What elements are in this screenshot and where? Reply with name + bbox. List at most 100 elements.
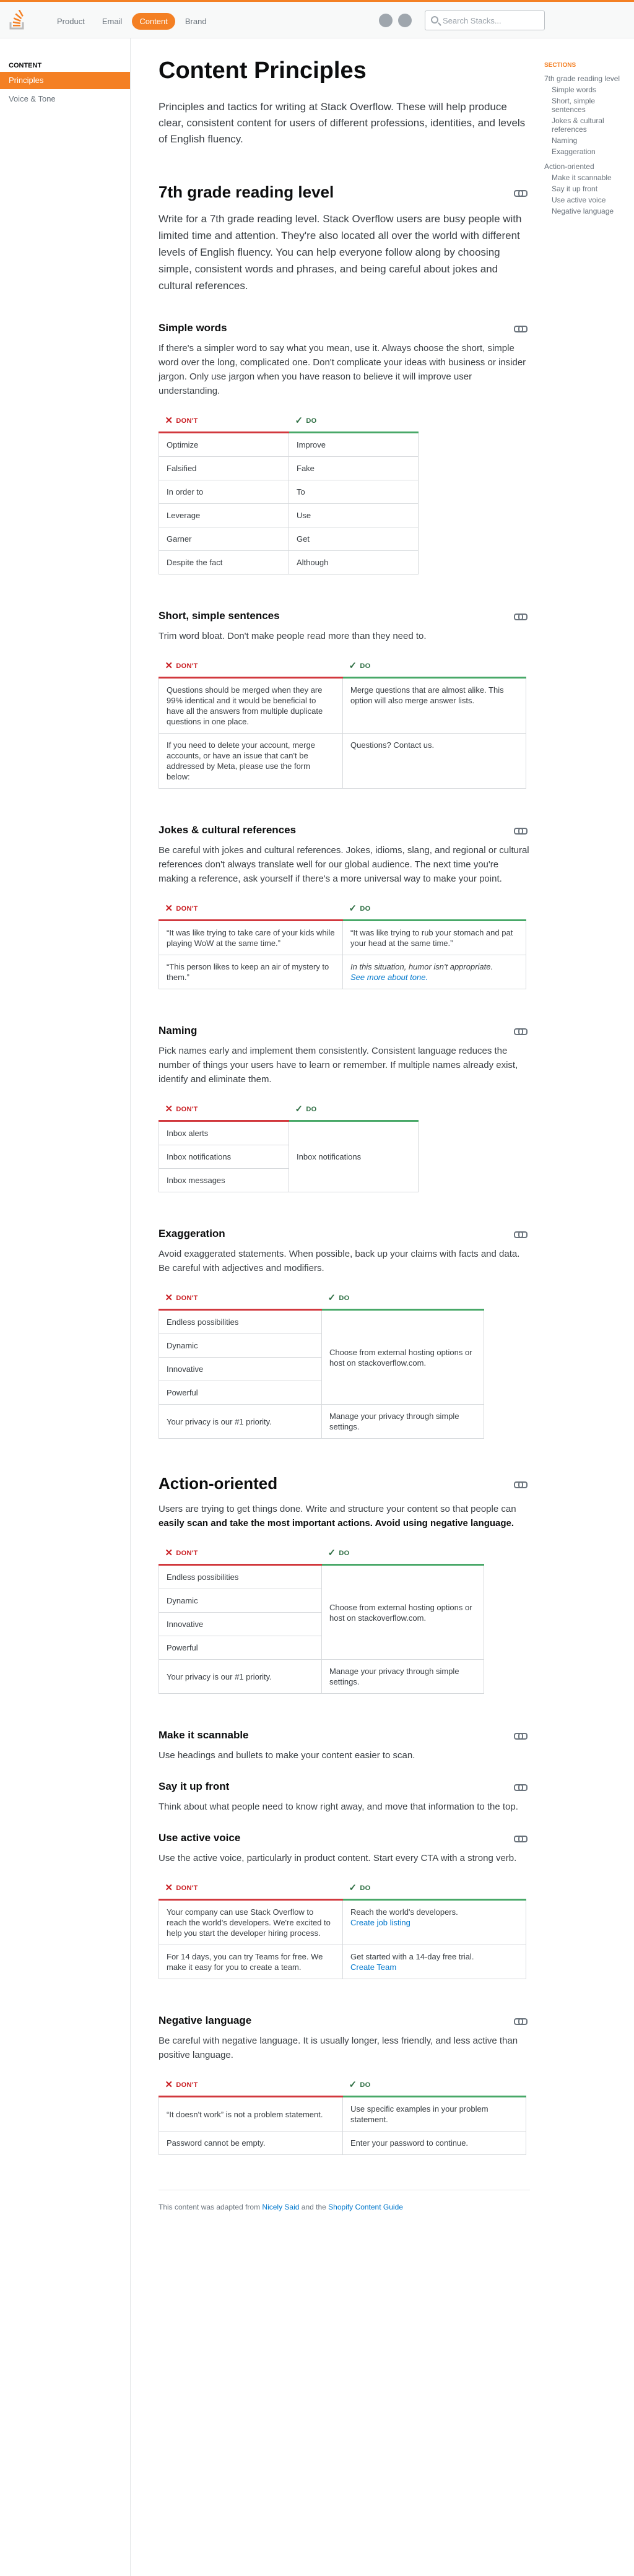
page-footer: This content was adapted from Nicely Sai… xyxy=(158,2190,530,2211)
nav-link-product[interactable]: Product xyxy=(50,13,92,30)
primary-nav: Product Email Content Brand xyxy=(50,13,214,30)
section-title: Say it up front xyxy=(158,1780,230,1792)
search-box[interactable] xyxy=(425,11,545,30)
x-icon: ✕ xyxy=(165,415,173,426)
x-icon: ✕ xyxy=(165,1293,173,1303)
toc-item-simple-words[interactable]: Simple words xyxy=(544,85,631,94)
nav-link-content[interactable]: Content xyxy=(132,13,175,30)
toc-item-naming[interactable]: Naming xyxy=(544,136,631,145)
section-body: Pick names early and implement them cons… xyxy=(158,1046,518,1085)
section-title: Short, simple sentences xyxy=(158,610,280,622)
theme-toggle-icon[interactable] xyxy=(398,14,412,27)
stack-overflow-logo-icon[interactable] xyxy=(9,10,27,31)
do-cell: Questions? Contact us. xyxy=(342,733,526,789)
anchor-link-icon[interactable] xyxy=(514,325,528,332)
x-icon: ✕ xyxy=(165,661,173,671)
dont-do-table: ✕ DON'T ✓ DO Inbox alerts Inbox notificatio… xyxy=(158,1099,419,1192)
table-row: Inbox alerts Inbox notifications xyxy=(158,1121,419,1192)
section-simple-words: Simple words If there's a simpler word t… xyxy=(158,321,530,575)
toc-item-reading-level[interactable]: 7th grade reading level xyxy=(544,74,631,83)
toc-item-active-voice[interactable]: Use active voice xyxy=(544,196,631,204)
dont-cell: “This person likes to keep an air of mys… xyxy=(158,955,343,989)
toc-item-short-sentences[interactable]: Short, simple sentences xyxy=(544,97,631,114)
anchor-link-icon[interactable] xyxy=(514,2018,528,2025)
create-job-listing-link[interactable]: Create job listing xyxy=(350,1918,410,1927)
anchor-link-icon[interactable] xyxy=(514,1231,528,1238)
do-cell: Choose from external hosting options or … xyxy=(321,1564,484,1660)
x-icon: ✕ xyxy=(165,1883,173,1893)
dont-header: ✕ DON'T xyxy=(158,1288,322,1311)
anchor-link-icon[interactable] xyxy=(514,189,528,197)
anchor-link-icon[interactable] xyxy=(514,1732,528,1740)
section-scannable: Make it scannable Use headings and bulle… xyxy=(158,1728,530,1763)
dont-do-table: ✕ DON'T ✓ DO Optimize Improve Falsified Fake… xyxy=(158,410,419,575)
do-cell: Use xyxy=(289,503,419,527)
section-title: Make it scannable xyxy=(158,1729,249,1741)
table-row: Endless possibilities Choose from externa… xyxy=(158,1564,484,1660)
anchor-link-icon[interactable] xyxy=(514,1835,528,1842)
do-cell: Choose from external hosting options or … xyxy=(321,1309,484,1405)
dont-cell: Your privacy is our #1 priority. xyxy=(158,1404,322,1439)
nicely-said-link[interactable]: Nicely Said xyxy=(262,2203,299,2211)
section-body: Users are trying to get things done. Wri… xyxy=(158,1504,516,1529)
dont-do-table: ✕ DON'T ✓ DO “It doesn't work” is not a pr… xyxy=(158,2075,526,2155)
dont-header: ✕ DON'T xyxy=(158,410,289,433)
search-input[interactable] xyxy=(443,14,542,27)
section-jokes: Jokes & cultural references Be careful w… xyxy=(158,823,530,989)
toc-heading: SECTIONS xyxy=(544,62,576,69)
dont-header: ✕ DON'T xyxy=(158,898,343,921)
section-body: Trim word bloat. Don't make people read … xyxy=(158,631,427,641)
do-cell: Although xyxy=(289,550,419,575)
dont-header: ✕ DON'T xyxy=(158,1543,322,1566)
do-cell: Reach the world's developers. Create job … xyxy=(342,1899,526,1945)
toc-item-scannable[interactable]: Make it scannable xyxy=(544,173,631,182)
anchor-link-icon[interactable] xyxy=(514,1028,528,1035)
section-body: Use the active voice, particularly in pr… xyxy=(158,1853,517,1863)
toc-item-exaggeration[interactable]: Exaggeration xyxy=(544,147,631,156)
page-lead: Principles and tactics for writing at St… xyxy=(158,101,526,145)
toc-item-up-front[interactable]: Say it up front xyxy=(544,184,631,193)
anchor-link-icon[interactable] xyxy=(514,827,528,835)
section-title: 7th grade reading level xyxy=(158,183,334,201)
shopify-guide-link[interactable]: Shopify Content Guide xyxy=(328,2203,403,2211)
dont-cell: Garner xyxy=(158,527,289,551)
anchor-link-icon[interactable] xyxy=(514,1784,528,1791)
nav-link-brand[interactable]: Brand xyxy=(178,13,214,30)
do-header: ✓ DO xyxy=(342,1878,526,1901)
section-title: Use active voice xyxy=(158,1832,241,1844)
section-up-front: Say it up front Think about what people … xyxy=(158,1780,530,1814)
toc-item-negative-language[interactable]: Negative language xyxy=(544,207,631,215)
dont-cell: Innovative xyxy=(158,1357,322,1381)
section-title: Action-oriented xyxy=(158,1474,278,1493)
github-icon[interactable] xyxy=(379,14,393,27)
sidebar-item-voice-tone[interactable]: Voice & Tone xyxy=(0,90,130,108)
left-sidebar: CONTENT Principles Voice & Tone xyxy=(0,38,131,2576)
dont-do-table: ✕ DON'T ✓ DO “It was like trying to take c… xyxy=(158,898,526,989)
table-row: Your privacy is our #1 priority. Manage y… xyxy=(158,1404,484,1439)
anchor-link-icon[interactable] xyxy=(514,613,528,620)
check-icon: ✓ xyxy=(349,661,357,671)
dont-cell: Optimize xyxy=(158,432,289,457)
tone-note: In this situation, humor isn't appropria… xyxy=(350,962,493,971)
table-row: “It was like trying to take care of your… xyxy=(158,920,526,955)
table-row: Endless possibilities Choose from externa… xyxy=(158,1309,484,1405)
section-title: Exaggeration xyxy=(158,1228,225,1239)
dont-header: ✕ DON'T xyxy=(158,1099,289,1122)
toc-item-action-oriented[interactable]: Action-oriented xyxy=(544,162,631,171)
nav-link-email[interactable]: Email xyxy=(95,13,130,30)
create-team-link[interactable]: Create Team xyxy=(350,1962,396,1972)
dont-do-table: ✕ DON'T ✓ DO Your company can use Stack Ov… xyxy=(158,1878,526,1979)
section-body: Be careful with negative language. It is… xyxy=(158,2036,518,2060)
dont-cell: Endless possibilities xyxy=(158,1309,322,1334)
do-cell: Get xyxy=(289,527,419,551)
dont-cell: Innovative xyxy=(158,1612,322,1636)
anchor-link-icon[interactable] xyxy=(514,1481,528,1488)
dont-cell: Your privacy is our #1 priority. xyxy=(158,1659,322,1694)
table-row: Leverage Use xyxy=(158,503,419,527)
table-row: “It doesn't work” is not a problem state… xyxy=(158,2096,526,2131)
sidebar-item-principles[interactable]: Principles xyxy=(0,72,130,89)
do-cell: Enter your password to continue. xyxy=(342,2131,526,2155)
toc-item-jokes[interactable]: Jokes & cultural references xyxy=(544,116,631,134)
section-title: Jokes & cultural references xyxy=(158,824,297,836)
tone-link[interactable]: See more about tone. xyxy=(350,973,428,982)
